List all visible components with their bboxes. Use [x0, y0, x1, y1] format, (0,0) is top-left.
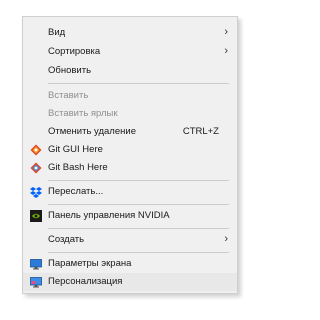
dropbox-icon — [30, 186, 42, 198]
menu-item-label: Сортировка — [48, 46, 101, 57]
menu-item-label: Создать — [48, 234, 85, 245]
menu-item-paste-shortcut[interactable]: Вставить ярлык — [23, 105, 237, 123]
menu-item-label: Вставить ярлык — [48, 108, 118, 119]
menu-separator — [48, 252, 229, 253]
menu-item-personalization[interactable]: Персонализация — [23, 273, 237, 291]
menu-item-label: Отменить удаление — [48, 126, 136, 137]
menu-separator — [48, 83, 229, 84]
desktop-context-menu: Вид › Сортировка › Обновить Вставить Вст… — [22, 16, 238, 294]
menu-item-display-settings[interactable]: Параметры экрана — [23, 255, 237, 273]
menu-separator — [48, 180, 229, 181]
menu-item-paste[interactable]: Вставить — [23, 87, 237, 105]
menu-item-label: Параметры экрана — [48, 258, 132, 269]
menu-item-refresh[interactable]: Обновить — [23, 62, 237, 80]
chevron-right-icon: › — [224, 26, 228, 38]
menu-item-label: Вид — [48, 27, 66, 38]
chevron-right-icon: › — [224, 233, 228, 245]
menu-item-label: Переслать... — [48, 186, 104, 197]
menu-item-undo-delete[interactable]: Отменить удаление CTRL+Z — [23, 123, 237, 141]
personalization-icon — [30, 276, 42, 288]
menu-item-git-bash[interactable]: Git Bash Here — [23, 159, 237, 177]
menu-item-git-gui[interactable]: Git GUI Here — [23, 141, 237, 159]
menu-item-send-dropbox[interactable]: Переслать... — [23, 183, 237, 201]
menu-item-label: Панель управления NVIDIA — [48, 210, 170, 221]
menu-item-new[interactable]: Создать › — [23, 231, 237, 249]
git-gui-icon — [30, 144, 42, 156]
menu-item-nvidia-control-panel[interactable]: Панель управления NVIDIA — [23, 207, 237, 225]
menu-item-view[interactable]: Вид › — [23, 24, 237, 42]
menu-separator — [48, 228, 229, 229]
menu-item-label: Git Bash Here — [48, 162, 108, 173]
display-settings-icon — [30, 258, 42, 270]
menu-item-sort[interactable]: Сортировка › — [23, 43, 237, 61]
menu-separator — [48, 204, 229, 205]
nvidia-icon — [30, 210, 42, 222]
menu-item-shortcut: CTRL+Z — [182, 126, 219, 137]
git-bash-icon — [30, 162, 42, 174]
menu-item-label: Git GUI Here — [48, 144, 103, 155]
menu-item-label: Персонализация — [48, 276, 123, 287]
menu-item-label: Вставить — [48, 90, 89, 101]
chevron-right-icon: › — [224, 45, 228, 57]
menu-item-label: Обновить — [48, 65, 92, 76]
